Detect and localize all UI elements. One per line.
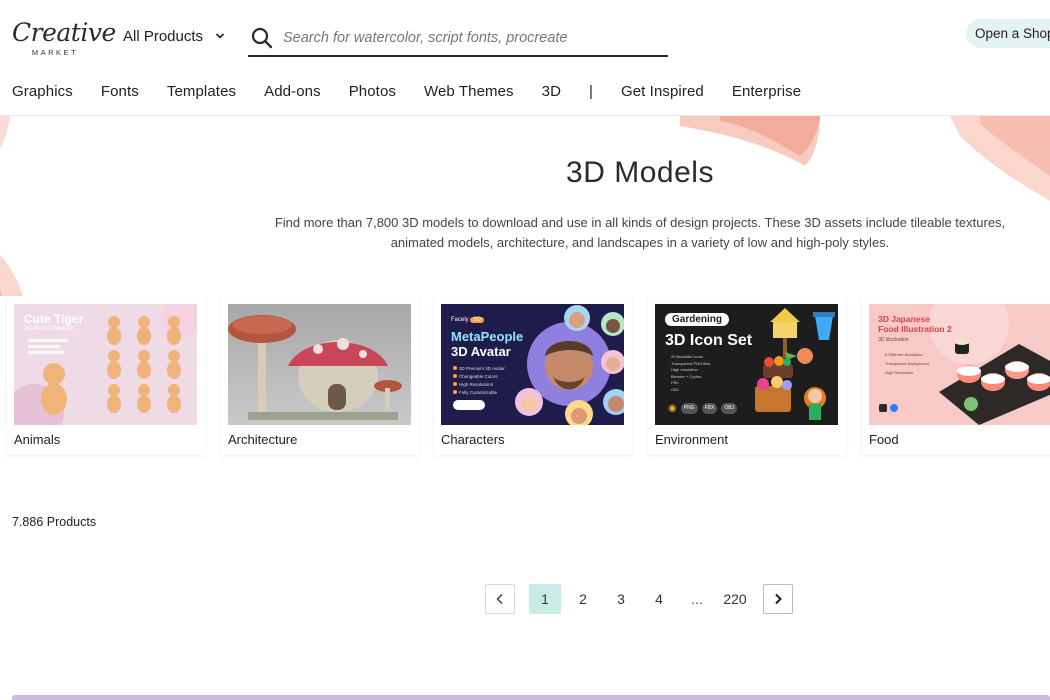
nav-item-get-inspired[interactable]: Get Inspired [621, 83, 704, 100]
category-label: Animals [14, 432, 61, 447]
app-icon [879, 404, 887, 412]
characters-thumb-brand: Facely 3D [451, 317, 485, 323]
nav-item-templates[interactable]: Templates [167, 83, 236, 100]
category-card-animals[interactable]: Cute Tiger 3D Pack Character Animals [7, 297, 205, 455]
animals-thumb-title: Cute Tiger [24, 312, 84, 326]
category-label: Food [869, 432, 899, 447]
nav-item-web-themes[interactable]: Web Themes [424, 83, 514, 100]
environment-thumb-tag: Gardening [665, 313, 730, 326]
environment-thumbnail: Gardening 3D Icon Set 20 Beautiful Icons… [655, 304, 838, 425]
characters-thumbnail: Facely 3D MetaPeople 3D Avatar 3D Premiu… [441, 304, 624, 425]
nav-item-enterprise[interactable]: Enterprise [732, 83, 801, 100]
characters-thumb-bullets: 3D Premium 3D Avatar Changeable Colors Hig… [459, 366, 505, 395]
category-nav: Graphics Fonts Templates Add-ons Photos … [0, 68, 1050, 116]
category-card-characters[interactable]: Facely 3D MetaPeople 3D Avatar 3D Premiu… [434, 297, 632, 455]
page-3-button[interactable]: 3 [605, 584, 637, 614]
next-page-button[interactable] [763, 583, 793, 614]
category-label: Environment [655, 432, 728, 447]
hero-section: 3D Models Find more than 7,800 3D models… [0, 116, 1050, 296]
category-label: Architecture [228, 432, 298, 447]
open-shop-button[interactable]: Open a Shop [966, 19, 1050, 48]
last-page-button[interactable]: 220 [719, 584, 751, 614]
footer-banner-edge [12, 695, 1050, 700]
architecture-thumbnail [228, 304, 411, 425]
food-thumb-subtitle: 3D Illustration [878, 337, 909, 343]
product-count: 7.886 Products [12, 515, 97, 529]
page-title: 3D Models [566, 156, 714, 189]
product-category-select[interactable]: All Products [123, 26, 225, 46]
search-bar [248, 20, 668, 57]
page-1-button[interactable]: 1 [529, 583, 561, 614]
app-icon [890, 404, 898, 412]
characters-thumb-title: MetaPeople [451, 329, 524, 344]
animals-thumbnail: Cute Tiger 3D Pack Character [14, 304, 197, 425]
category-label: Characters [441, 432, 505, 447]
characters-thumb-title-2: 3D Avatar [451, 344, 511, 359]
site-header: Creative MARKET All Products Open a Shop [0, 0, 1050, 68]
blender-icon: ◉ [668, 403, 677, 414]
animals-thumb-subtitle: 3D Pack Character [24, 326, 75, 332]
environment-thumb-bullets: 20 Beautiful Icons Transparent PNG files H… [671, 354, 711, 392]
environment-thumb-title: 3D Icon Set [665, 332, 753, 349]
food-thumb-app-icons [879, 404, 898, 412]
pagination: 1 2 3 4 ... 220 [485, 583, 793, 614]
creative-market-logo[interactable]: Creative MARKET [12, 18, 116, 60]
food-thumb-title: 3D Japanese Food Illustration 2 [878, 314, 952, 334]
chevron-left-icon [496, 593, 503, 604]
logo-subtitle: MARKET [31, 48, 79, 57]
chevron-down-icon [215, 33, 225, 39]
nav-item-photos[interactable]: Photos [349, 83, 396, 100]
category-card-food[interactable]: 3D Japanese Food Illustration 2 3D Illust… [862, 297, 1050, 455]
nav-item-graphics[interactable]: Graphics [12, 83, 73, 100]
search-icon[interactable] [250, 26, 274, 50]
category-card-architecture[interactable]: Architecture [221, 297, 419, 455]
logo-wordmark: Creative [12, 18, 116, 47]
page-4-button[interactable]: 4 [643, 584, 675, 614]
environment-thumb-formats: ◉ PNG FBX OBJ [668, 403, 738, 414]
brush-decoration-left [0, 116, 23, 296]
page-2-button[interactable]: 2 [567, 584, 599, 614]
category-cards: Cute Tiger 3D Pack Character Animals Arc… [0, 297, 1050, 457]
previous-page-button[interactable] [485, 583, 515, 614]
nav-item-3d[interactable]: 3D [542, 83, 561, 100]
food-thumb-bullets: 8 Different Illustration Transparent Back… [885, 352, 929, 375]
page-description: Find more than 7,800 3D models to downlo… [274, 215, 1006, 250]
food-thumbnail: 3D Japanese Food Illustration 2 3D Illust… [869, 304, 1050, 425]
product-select-value: All Products [123, 27, 204, 45]
mushroom-house-illustration [228, 304, 411, 425]
page-ellipsis: ... [691, 590, 703, 607]
search-input[interactable] [283, 29, 653, 46]
nav-item-fonts[interactable]: Fonts [101, 83, 139, 100]
chevron-right-icon [775, 593, 782, 604]
nav-item-add-ons[interactable]: Add-ons [264, 83, 321, 100]
nav-separator: | [589, 83, 593, 100]
category-card-environment[interactable]: Gardening 3D Icon Set 20 Beautiful Icons… [648, 297, 846, 455]
